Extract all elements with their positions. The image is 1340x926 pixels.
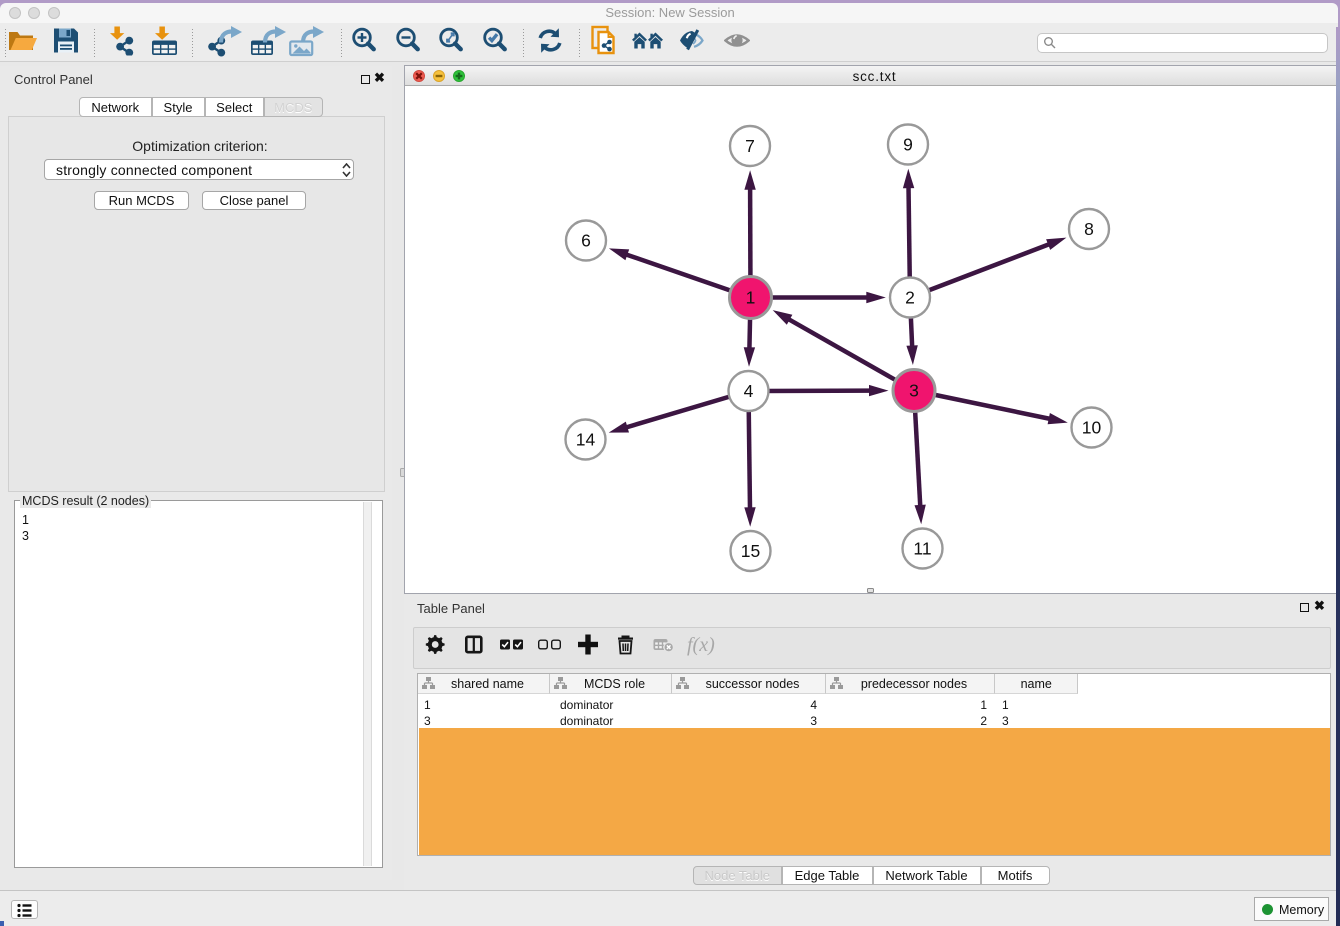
svg-text:15: 15: [741, 541, 760, 561]
svg-text:9: 9: [903, 135, 913, 155]
svg-text:1: 1: [746, 288, 756, 308]
svg-text:8: 8: [1084, 219, 1094, 239]
svg-text:2: 2: [905, 288, 915, 308]
svg-text:14: 14: [576, 430, 596, 450]
svg-text:4: 4: [744, 381, 754, 401]
svg-text:6: 6: [581, 231, 591, 251]
svg-text:11: 11: [913, 539, 931, 559]
svg-text:10: 10: [1082, 418, 1102, 438]
svg-text:3: 3: [909, 381, 919, 401]
svg-text:7: 7: [745, 136, 755, 156]
